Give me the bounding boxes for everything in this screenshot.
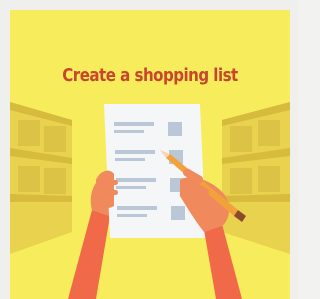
illustration-svg (10, 10, 290, 299)
list-line (115, 150, 155, 154)
checkbox-icon (171, 206, 185, 220)
illustration-card: Create a shopping list (10, 10, 290, 299)
list-line (114, 130, 144, 133)
list-line (117, 214, 147, 217)
left-shelf-icon (10, 102, 72, 254)
list-line (116, 186, 146, 189)
checkbox-icon (168, 122, 182, 136)
page-title: Create a shopping list (62, 66, 238, 86)
list-line (114, 122, 154, 126)
right-shelf-icon (222, 102, 290, 254)
page-frame: Create a shopping list (0, 0, 298, 299)
list-line (115, 158, 145, 161)
list-line (116, 178, 156, 182)
list-line (117, 206, 157, 210)
